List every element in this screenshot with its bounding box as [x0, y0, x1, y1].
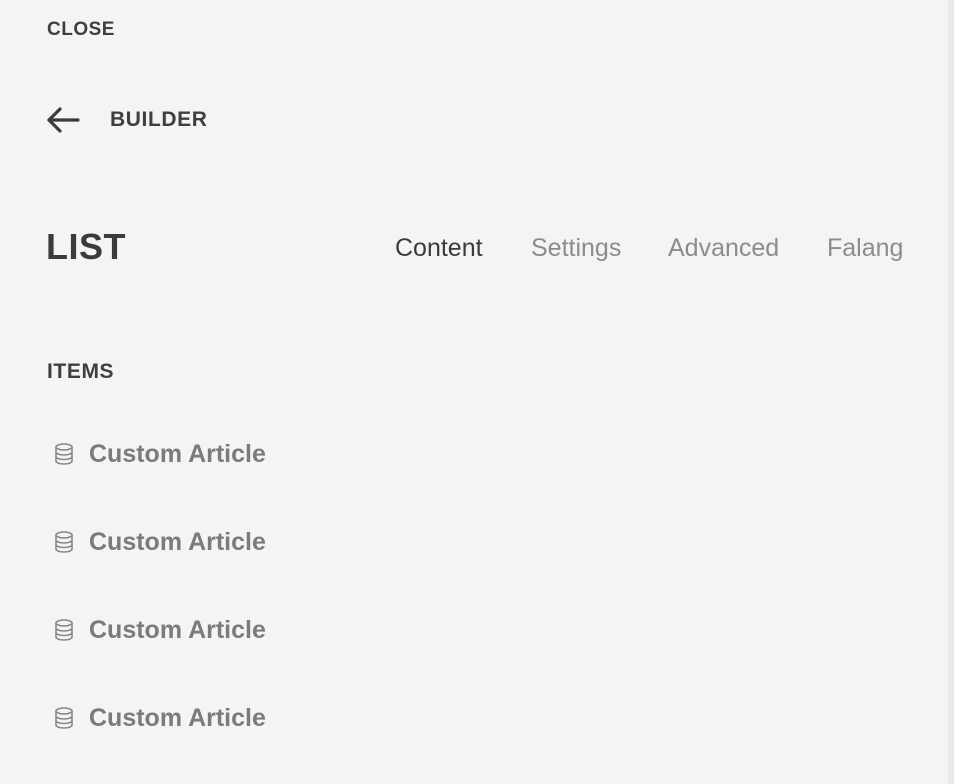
list-item-label: Custom Article	[89, 439, 266, 468]
database-icon	[52, 618, 76, 642]
list-item[interactable]: Custom Article	[52, 527, 266, 557]
list-item[interactable]: Custom Article	[52, 703, 266, 733]
list-item-label: Custom Article	[89, 703, 266, 732]
database-icon	[52, 442, 76, 466]
element-tabs: Content Settings Advanced Falang	[0, 234, 954, 268]
tab-settings[interactable]: Settings	[531, 234, 621, 263]
list-item-label: Custom Article	[89, 527, 266, 556]
database-icon	[52, 530, 76, 554]
items-heading: ITEMS	[47, 360, 115, 383]
list-item-label: Custom Article	[89, 615, 266, 644]
list-item[interactable]: Custom Article	[52, 615, 266, 645]
tab-falang[interactable]: Falang	[827, 234, 903, 263]
back-to-builder-button[interactable]: BUILDER	[46, 104, 208, 136]
panel-scrollbar-track	[948, 0, 954, 784]
arrow-left-icon	[46, 104, 80, 136]
database-icon	[52, 706, 76, 730]
tab-content[interactable]: Content	[395, 234, 483, 263]
back-to-builder-label: BUILDER	[110, 108, 208, 131]
tab-advanced[interactable]: Advanced	[668, 234, 779, 263]
close-button[interactable]: CLOSE	[47, 19, 115, 41]
list-item[interactable]: Custom Article	[52, 439, 266, 469]
